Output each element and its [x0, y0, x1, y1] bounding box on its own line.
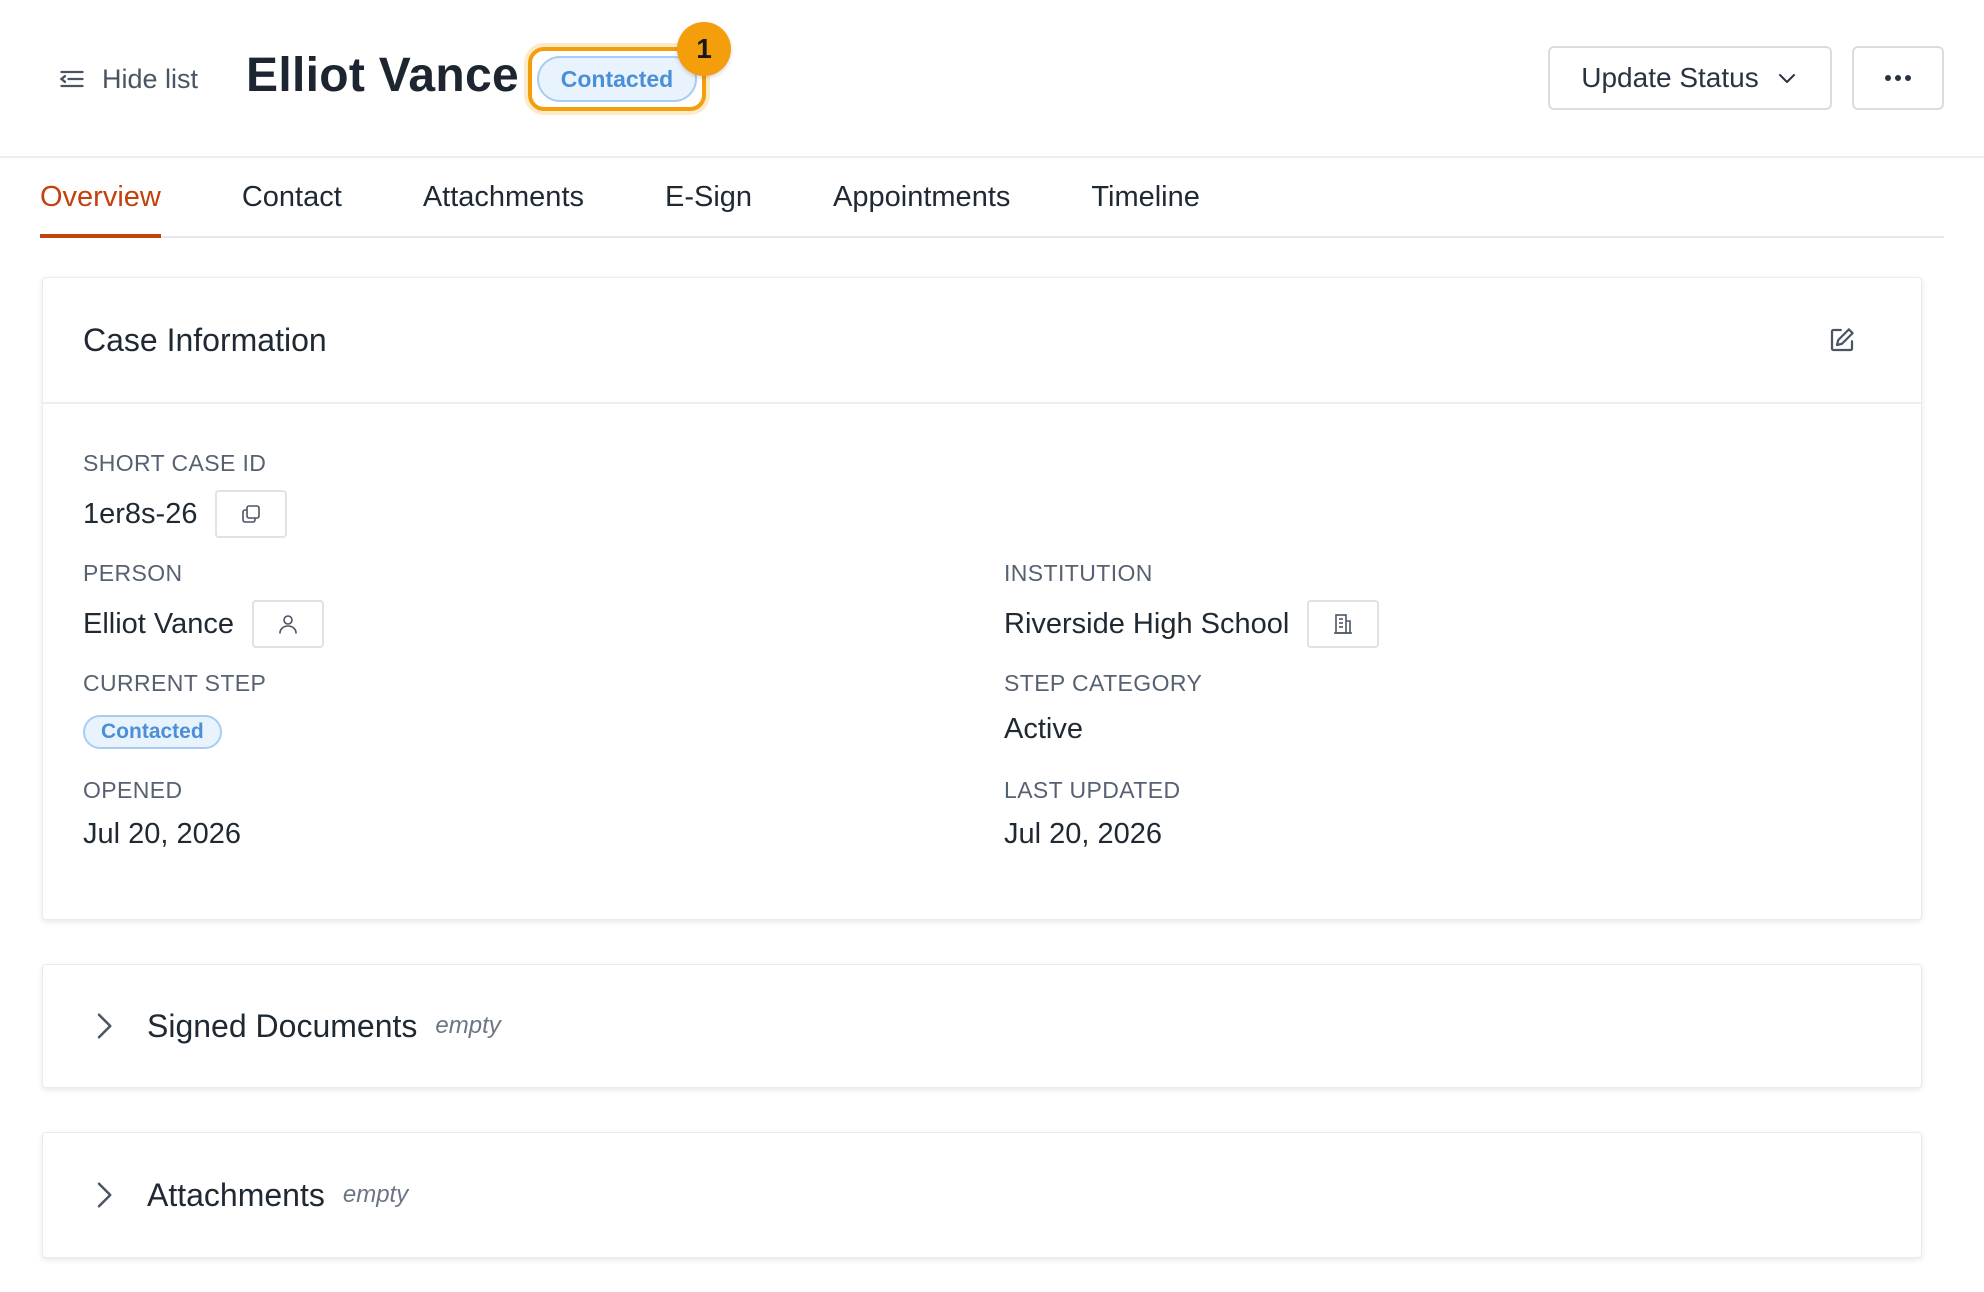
hide-list-button[interactable]: Hide list	[58, 56, 198, 102]
page-header: Hide list Elliot Vance Contacted 1 Updat…	[0, 0, 1984, 158]
attachments-section[interactable]: Attachments empty	[42, 1132, 1922, 1258]
person-row: Elliot Vance	[83, 600, 324, 648]
current-step-row: Contacted	[83, 715, 222, 749]
list-collapse-icon	[59, 70, 84, 88]
update-status-button[interactable]: Update Status	[1548, 46, 1832, 110]
person-label: PERSON	[83, 560, 183, 586]
open-person-button[interactable]	[252, 600, 324, 648]
user-icon	[279, 615, 297, 634]
building-icon	[1334, 614, 1353, 634]
signed-documents-title: Signed Documents	[147, 1007, 418, 1044]
status-badge[interactable]: Contacted	[536, 56, 698, 102]
tab-timeline[interactable]: Timeline	[1091, 158, 1200, 236]
tab-attachments[interactable]: Attachments	[423, 158, 584, 236]
copy-icon	[242, 505, 261, 523]
last-updated-label: LAST UPDATED	[1004, 777, 1181, 803]
short-case-id-value: 1er8s-26	[83, 497, 198, 530]
hide-list-label: Hide list	[102, 63, 199, 94]
update-status-label: Update Status	[1581, 62, 1759, 93]
opened-label: OPENED	[83, 777, 183, 803]
case-information-header: Case Information	[43, 278, 1921, 404]
tab-contact[interactable]: Contact	[242, 158, 342, 236]
step-category-label: STEP CATEGORY	[1004, 670, 1203, 696]
tab-e-sign[interactable]: E-Sign	[665, 158, 752, 236]
chevron-right-icon	[97, 1013, 112, 1039]
edit-icon[interactable]	[1827, 325, 1857, 355]
signed-documents-empty-note: empty	[435, 1012, 501, 1039]
copy-case-id-button[interactable]	[215, 490, 288, 538]
current-step-label: CURRENT STEP	[83, 670, 267, 696]
tab-appointments[interactable]: Appointments	[833, 158, 1010, 236]
signed-documents-section[interactable]: Signed Documents empty	[42, 964, 1922, 1088]
chevron-right-icon	[97, 1182, 112, 1208]
more-actions-button[interactable]	[1852, 46, 1944, 110]
last-updated-value: Jul 20, 2026	[1004, 818, 1163, 850]
attachments-title: Attachments	[147, 1176, 325, 1213]
institution-row: Riverside High School	[1004, 600, 1380, 648]
institution-value: Riverside High School	[1004, 607, 1290, 640]
case-information-title: Case Information	[83, 321, 327, 358]
attachments-empty-note: empty	[342, 1181, 409, 1208]
tab-overview[interactable]: Overview	[40, 158, 161, 238]
ellipsis-icon	[1885, 75, 1911, 81]
short-case-id-row: 1er8s-26	[83, 490, 288, 538]
step-category-value: Active	[1004, 713, 1083, 745]
opened-value: Jul 20, 2026	[83, 818, 242, 850]
open-institution-button[interactable]	[1307, 600, 1380, 648]
page-title: Elliot Vance	[246, 49, 520, 102]
institution-label: INSTITUTION	[1004, 560, 1153, 586]
chevron-down-icon	[1778, 74, 1795, 83]
short-case-id-label: SHORT CASE ID	[83, 450, 267, 476]
case-information-card: Case Information SHORT CASE ID 1er8s-26 …	[42, 277, 1922, 920]
person-value: Elliot Vance	[83, 607, 234, 640]
tab-bar: Overview Contact Attachments E-Sign Appo…	[40, 158, 1944, 238]
step-marker-badge: 1	[677, 22, 731, 76]
current-step-badge: Contacted	[83, 715, 222, 749]
